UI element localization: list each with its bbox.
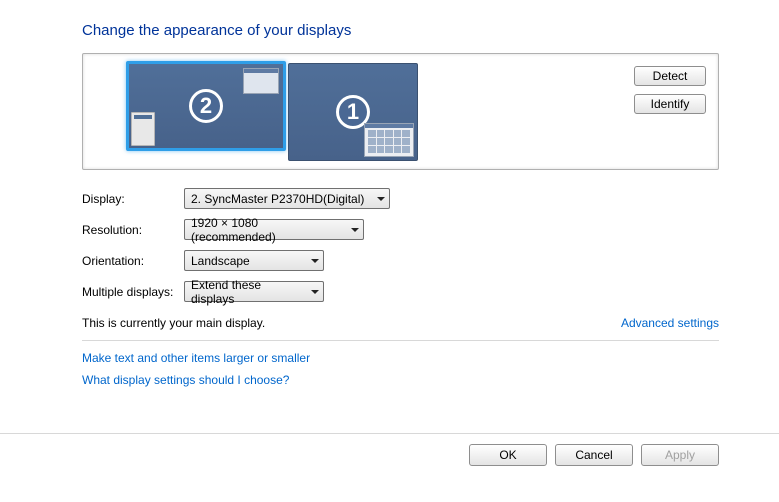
window-grid-icon (364, 123, 414, 157)
identify-button[interactable]: Identify (634, 94, 706, 114)
display-dropdown[interactable]: 2. SyncMaster P2370HD(Digital) (184, 188, 390, 209)
resolution-label: Resolution: (82, 223, 184, 237)
ok-button[interactable]: OK (469, 444, 547, 466)
chevron-down-icon (311, 259, 319, 263)
resolution-dropdown[interactable]: 1920 × 1080 (recommended) (184, 219, 364, 240)
monitor-1[interactable]: 1 (288, 63, 418, 161)
help-link[interactable]: What display settings should I choose? (82, 373, 289, 387)
chevron-down-icon (311, 290, 319, 294)
window-icon (243, 68, 279, 94)
main-display-note: This is currently your main display. (82, 316, 265, 330)
orientation-label: Orientation: (82, 254, 184, 268)
monitor-2[interactable]: 2 (126, 61, 286, 151)
multiple-displays-label: Multiple displays: (82, 285, 184, 299)
apply-button: Apply (641, 444, 719, 466)
display-value: 2. SyncMaster P2370HD(Digital) (191, 192, 364, 206)
taskbar-icon (131, 112, 155, 146)
resolution-value: 1920 × 1080 (recommended) (191, 216, 345, 244)
orientation-value: Landscape (191, 254, 250, 268)
monitor-number: 2 (189, 89, 223, 123)
dialog-footer: OK Cancel Apply (0, 433, 779, 466)
display-label: Display: (82, 192, 184, 206)
advanced-settings-link[interactable]: Advanced settings (621, 316, 719, 330)
cancel-button[interactable]: Cancel (555, 444, 633, 466)
dpi-link[interactable]: Make text and other items larger or smal… (82, 351, 310, 365)
detect-button[interactable]: Detect (634, 66, 706, 86)
multiple-displays-value: Extend these displays (191, 278, 305, 306)
chevron-down-icon (377, 197, 385, 201)
orientation-dropdown[interactable]: Landscape (184, 250, 324, 271)
display-preview[interactable]: 2 1 Detect Identify (82, 53, 719, 170)
multiple-displays-dropdown[interactable]: Extend these displays (184, 281, 324, 302)
divider (82, 340, 719, 341)
page-title: Change the appearance of your displays (82, 22, 719, 39)
chevron-down-icon (351, 228, 359, 232)
